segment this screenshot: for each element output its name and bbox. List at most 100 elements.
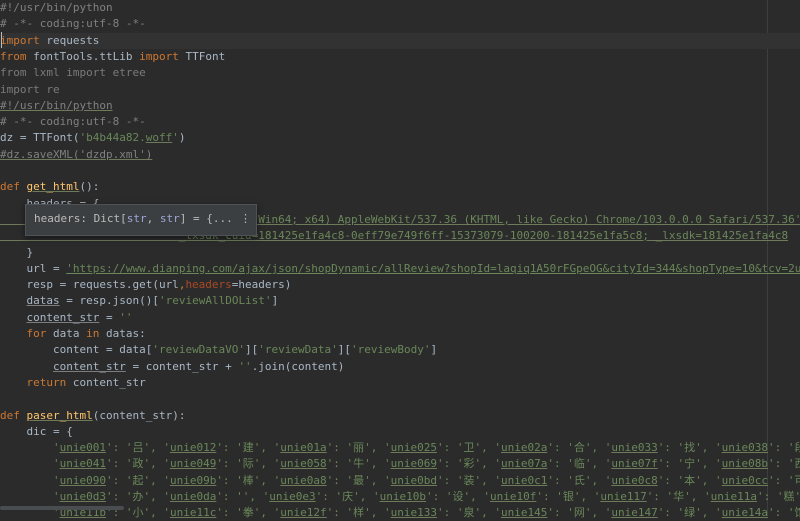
code-line[interactable] (0, 391, 800, 407)
code-token: headers (185, 278, 232, 291)
code-token: ': '网', ' (547, 506, 612, 519)
code-token: ': '绿', ' (657, 506, 722, 519)
code-token: from lxml import etree (0, 66, 146, 79)
code-token: unie041 (59, 457, 106, 470)
horizontal-scrollbar[interactable] (0, 506, 124, 510)
code-token: ) (178, 131, 186, 144)
code-token: ': '样', ' (326, 506, 391, 519)
code-token: def (0, 180, 20, 193)
code-token: paser_html (26, 409, 93, 422)
code-line[interactable]: resp = requests.get(url,headers=headers) (0, 277, 800, 293)
type-hint-separator: , (146, 212, 160, 225)
code-token: ' (172, 131, 179, 144)
code-token: unie058 (280, 457, 327, 470)
code-token: (content_str): (92, 409, 186, 422)
code-token: } (0, 246, 34, 259)
code-line[interactable]: # -*- coding:utf-8 -*- (0, 114, 800, 130)
code-line[interactable]: } (0, 245, 800, 261)
code-token: 'b4b44a82. (79, 131, 146, 144)
type-hint-text: headers: Dict[str, str] = {... (34, 212, 233, 225)
code-token: content_str (52, 360, 126, 373)
code-token: ': '段', (768, 441, 800, 454)
code-token: for (26, 327, 47, 340)
code-token: unie09b (169, 474, 217, 487)
code-token: get_html (26, 180, 80, 193)
code-token: unie08b (721, 457, 769, 470)
code-token: ' (0, 457, 60, 470)
code-token: '' (119, 311, 133, 324)
code-token: ': '拳', ' (216, 506, 281, 519)
code-token: unie0da (169, 490, 217, 503)
code-line[interactable]: 'unie001': '吕', 'unie012': '建', 'unie01a… (0, 440, 800, 456)
type-hint-value-type: str (159, 212, 180, 225)
code-line[interactable]: content_str = content_str + ''.join(cont… (0, 359, 800, 375)
code-line[interactable]: 'unie090': '起', 'unie09b': '棒', 'unie0a8… (0, 473, 800, 489)
code-token: dz = TTFont( (0, 131, 80, 144)
code-token: ': '找', ' (657, 441, 722, 454)
code-token: ' (0, 474, 60, 487)
code-token: #!/usr/bin/python (0, 1, 113, 14)
code-editor[interactable]: #!/usr/bin/python # -*- coding:utf-8 -*- i… (0, 0, 800, 519)
code-line[interactable]: datas = resp.json()['reviewAllDOList'] (0, 293, 800, 309)
code-token: #dz.saveXML('dzdp.xml') (0, 148, 153, 161)
code-token: # -*- coding:utf-8 -*- (0, 115, 146, 128)
code-token: ': '丽', ' (326, 441, 391, 454)
code-token: unie033 (611, 441, 658, 454)
type-hint-popup: headers: Dict[str, str] = {... ⋮ (25, 204, 257, 236)
code-token: ][ (245, 343, 259, 356)
code-token: = (99, 311, 120, 324)
code-token: ': '临', ' (547, 457, 612, 470)
code-line[interactable]: return content_str (0, 375, 800, 391)
code-line[interactable]: def paser_html(content_str): (0, 408, 800, 424)
code-line[interactable]: 'unie041': '政', 'unie049': '际', 'unie058… (0, 456, 800, 472)
code-token: unie0c8 (611, 474, 658, 487)
code-line[interactable]: from lxml import etree (0, 65, 800, 81)
code-line[interactable]: import requests (0, 33, 800, 49)
code-token: datas: (99, 327, 146, 340)
code-line[interactable]: content = data['reviewDataVO']['reviewDa… (0, 342, 800, 358)
code-line[interactable]: 'unie0d3': '办', 'unie0da': '', 'unie0e3'… (0, 489, 800, 505)
code-line[interactable]: def get_html(): (0, 179, 800, 195)
text-caret (1, 32, 2, 48)
code-line[interactable]: for data in datas: (0, 326, 800, 342)
code-token: unie10f (489, 490, 537, 503)
code-line[interactable]: # -*- coding:utf-8 -*- (0, 16, 800, 32)
code-line[interactable]: content_str = '' (0, 310, 800, 326)
more-options-icon[interactable]: ⋮ (240, 210, 251, 228)
code-token: ': '棒', ' (216, 474, 281, 487)
code-line[interactable]: import re (0, 82, 800, 98)
code-token: ': '牛', ' (326, 457, 391, 470)
code-token: ': '西', (768, 457, 800, 470)
code-token: ': '华', ' (646, 490, 711, 503)
code-line[interactable]: #!/usr/bin/python (0, 0, 800, 16)
code-line[interactable]: dic = { (0, 424, 800, 440)
code-token: TTFont (178, 50, 226, 63)
code-token: ': '卫', ' (437, 441, 501, 454)
code-token: 'https://www.dianping.com/ajax/json/shop… (66, 262, 800, 275)
code-line[interactable]: url = 'https://www.dianping.com/ajax/jso… (0, 261, 800, 277)
code-line[interactable] (0, 163, 800, 179)
code-line[interactable]: dz = TTFont('b4b44a82.woff') (0, 130, 800, 146)
code-token: ': '建', ' (216, 441, 281, 454)
code-line[interactable]: from fontTools.ttLib import TTFont (0, 49, 800, 65)
code-token: #!/usr/bin/python (0, 99, 113, 112)
code-line[interactable]: #!/usr/bin/python (0, 98, 800, 114)
code-token: ': '最', ' (326, 474, 391, 487)
code-token: unie07f (611, 457, 658, 470)
code-token: unie049 (169, 457, 217, 470)
code-line[interactable]: #dz.saveXML('dzdp.xml') (0, 147, 800, 163)
code-token: ': '际', ' (216, 457, 281, 470)
code-token: ': '糕', (757, 490, 800, 503)
code-token: ': '起', ' (105, 474, 170, 487)
code-token: content_str (66, 376, 146, 389)
code-token: '' (238, 360, 252, 373)
code-token: unie12f (280, 506, 327, 519)
code-token: unie11c (169, 506, 217, 519)
code-token: unie117 (600, 490, 647, 503)
code-token: unie11a (710, 490, 758, 503)
code-token: unie10b (379, 490, 426, 503)
